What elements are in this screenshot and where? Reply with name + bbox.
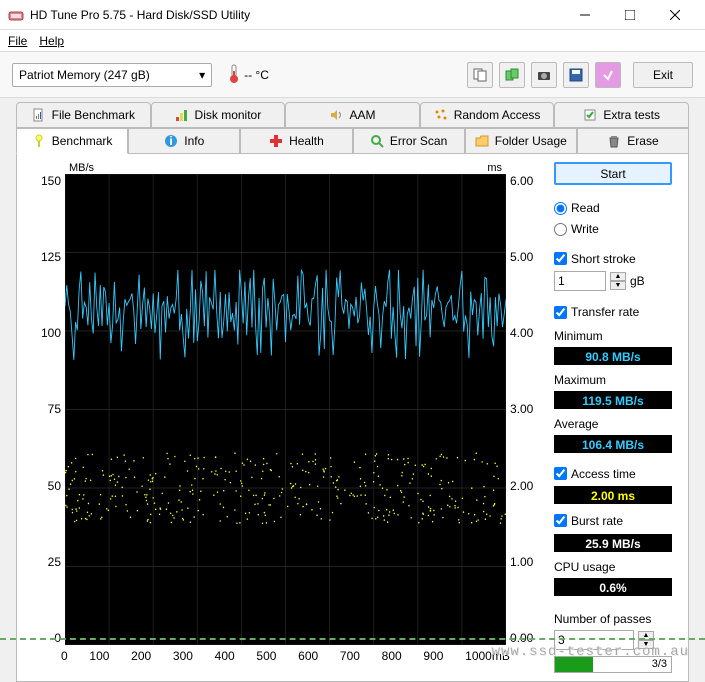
exit-button[interactable]: Exit (633, 62, 693, 88)
short-stroke-check[interactable]: Short stroke (554, 250, 672, 267)
maximum-value: 119.5 MB/s (554, 391, 672, 409)
burst-rate-check[interactable]: Burst rate (554, 512, 672, 529)
file-benchmark-icon (32, 108, 46, 122)
burst-rate-value: 25.9 MB/s (554, 534, 672, 552)
screenshot-button[interactable] (531, 62, 557, 88)
main-content: MB/s ms 150 125 100 75 50 25 0 6.00 5.00… (16, 154, 689, 682)
save-button[interactable] (563, 62, 589, 88)
menu-file[interactable]: File (8, 34, 27, 48)
copy-info-button[interactable] (467, 62, 493, 88)
menu-help[interactable]: Help (39, 34, 64, 48)
svg-text:i: i (170, 134, 173, 148)
drive-select-value: Patriot Memory (247 gB) (19, 68, 150, 82)
disk-monitor-icon (175, 108, 189, 122)
side-panel: Start Read Write Short stroke ▲▼ gB Tran… (554, 162, 672, 673)
toolbar: Patriot Memory (247 gB) ▾ -- °C Exit (0, 52, 705, 98)
tab-file-benchmark[interactable]: File Benchmark (16, 102, 151, 128)
average-value: 106.4 MB/s (554, 435, 672, 453)
cpu-label: CPU usage (554, 560, 672, 574)
maximize-button[interactable] (607, 1, 652, 29)
title-bar: HD Tune Pro 5.75 - Hard Disk/SSD Utility (0, 0, 705, 30)
tab-random-access[interactable]: Random Access (420, 102, 555, 128)
app-icon (8, 7, 24, 23)
tab-aam[interactable]: AAM (285, 102, 420, 128)
aam-icon (329, 108, 343, 122)
start-button[interactable]: Start (554, 162, 672, 185)
chart-plot (65, 174, 506, 645)
minimum-label: Minimum (554, 329, 672, 343)
average-label: Average (554, 417, 672, 431)
short-stroke-input[interactable] (554, 271, 606, 291)
maximum-label: Maximum (554, 373, 672, 387)
write-radio[interactable]: Write (554, 221, 672, 238)
drive-select[interactable]: Patriot Memory (247 gB) ▾ (12, 63, 212, 87)
access-time-check[interactable]: Access time (554, 465, 672, 482)
chart-xticks: 0 100 200 300 400 500 600 700 800 900 10… (61, 649, 510, 663)
erase-icon (607, 134, 621, 148)
short-stroke-unit: gB (630, 274, 645, 288)
tab-erase[interactable]: Erase (577, 128, 689, 154)
copy-screenshot-button[interactable] (499, 62, 525, 88)
thermometer-icon (228, 63, 240, 86)
close-button[interactable] (652, 1, 697, 29)
tab-error-scan[interactable]: Error Scan (353, 128, 465, 154)
tab-info[interactable]: iInfo (128, 128, 240, 154)
read-radio[interactable]: Read (554, 199, 672, 216)
folder-icon (475, 134, 489, 148)
access-time-value: 2.00 ms (554, 486, 672, 504)
error-scan-icon (370, 134, 384, 148)
tab-health[interactable]: Health (240, 128, 352, 154)
health-icon (269, 134, 283, 148)
tab-benchmark[interactable]: Benchmark (16, 128, 128, 154)
chart-ylabel: MB/s (69, 162, 94, 174)
passes-label: Number of passes (554, 612, 672, 626)
chart-area: MB/s ms 150 125 100 75 50 25 0 6.00 5.00… (33, 162, 544, 673)
transfer-rate-check[interactable]: Transfer rate (554, 303, 672, 320)
menu-bar: File Help (0, 30, 705, 52)
tab-folder-usage[interactable]: Folder Usage (465, 128, 577, 154)
tab-container: File Benchmark Disk monitor AAM Random A… (0, 98, 705, 154)
short-stroke-spinner[interactable]: ▲▼ (610, 272, 626, 290)
random-access-icon (434, 108, 448, 122)
options-button[interactable] (595, 62, 621, 88)
watermark: www.ssd-tester.com.au (492, 644, 689, 660)
chart-rticks: 6.00 5.00 4.00 3.00 2.00 1.00 0.00 (510, 174, 544, 645)
info-icon: i (164, 134, 178, 148)
chart-yticks: 150 125 100 75 50 25 0 (33, 174, 61, 645)
minimize-button[interactable] (562, 1, 607, 29)
window-title: HD Tune Pro 5.75 - Hard Disk/SSD Utility (30, 8, 562, 22)
tab-disk-monitor[interactable]: Disk monitor (151, 102, 286, 128)
short-stroke-field: ▲▼ gB (554, 271, 672, 291)
temperature-display: -- °C (228, 63, 269, 86)
extra-tests-icon (583, 108, 597, 122)
cpu-value: 0.6% (554, 578, 672, 596)
temperature-value: -- °C (244, 68, 269, 82)
minimum-value: 90.8 MB/s (554, 347, 672, 365)
tab-extra-tests[interactable]: Extra tests (554, 102, 689, 128)
chart-rlabel: ms (487, 162, 502, 174)
chevron-down-icon: ▾ (199, 68, 205, 82)
benchmark-icon (32, 134, 46, 148)
